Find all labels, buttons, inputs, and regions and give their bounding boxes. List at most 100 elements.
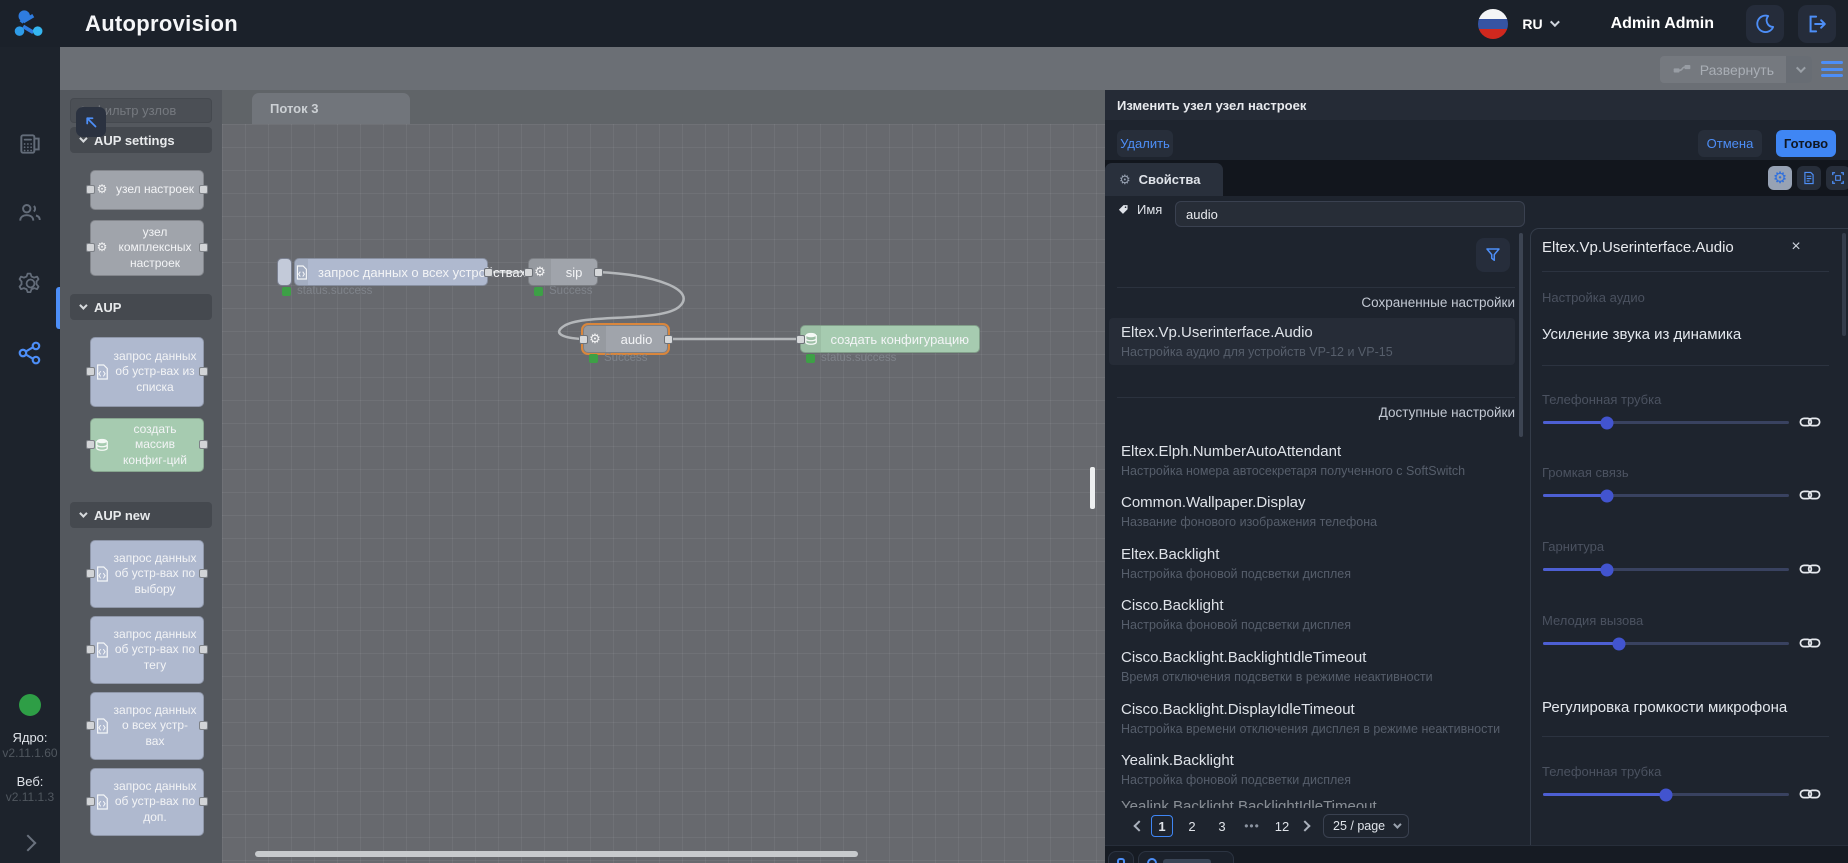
sidebar-item-flows[interactable] [0, 333, 60, 373]
setting-description: Название фонового изображения телефона [1121, 515, 1503, 529]
setting-description: Настройка времени отключения дисплея в р… [1121, 722, 1503, 736]
setting-item-selected[interactable]: Eltex.Vp.Userinterface.Audio Настройка а… [1109, 318, 1515, 365]
flow-canvas-area: Поток 3 запрос данных о всех устройствах… [222, 90, 1105, 863]
canvas-vertical-scrollbar[interactable] [1090, 467, 1095, 509]
canvas-horizontal-scrollbar[interactable] [255, 851, 858, 857]
description-view-button[interactable] [1797, 166, 1821, 190]
palette-node-create-config-array[interactable]: создать массив конфиг-ций [90, 418, 204, 472]
slider-handset[interactable] [1543, 421, 1789, 424]
input-port[interactable] [579, 335, 588, 344]
sidebar-expand-chevron-icon[interactable] [20, 835, 37, 852]
flow-tab[interactable]: Поток 3 [252, 93, 410, 124]
web-version-value: v2.11.1.3 [0, 790, 60, 804]
output-port[interactable] [484, 268, 493, 277]
node-label: запрос данных об устр-вах по тегу [113, 623, 203, 678]
filter-button[interactable] [1476, 238, 1510, 272]
input-port [86, 721, 95, 730]
setting-item[interactable]: Cisco.Backlight.DisplayIdleTimeout Настр… [1109, 695, 1515, 742]
slider-ringtone[interactable] [1543, 642, 1789, 645]
slider-mic-handset[interactable] [1543, 793, 1789, 796]
slider-thumb[interactable] [1600, 563, 1613, 576]
palette-node-settings[interactable]: ⚙ узел настроек [90, 170, 204, 210]
done-button[interactable]: Готово [1776, 130, 1836, 157]
appearance-view-button[interactable] [1826, 166, 1848, 190]
page-button[interactable]: 12 [1271, 815, 1293, 837]
language-selector[interactable]: RU [1522, 16, 1556, 32]
palette-node-complex-settings[interactable]: ⚙ узел комплексных настроек [90, 220, 204, 276]
output-port[interactable] [594, 268, 603, 277]
slider-headset[interactable] [1543, 568, 1789, 571]
slider-thumb[interactable] [1600, 416, 1613, 429]
flow-node-audio[interactable]: ⚙ audio [583, 325, 668, 353]
page-size-select[interactable]: 25 / page [1323, 814, 1409, 838]
previous-page-button[interactable] [1133, 820, 1144, 831]
deploy-options-caret[interactable] [1786, 56, 1812, 83]
sidebar-item-devices[interactable] [0, 124, 60, 164]
flow-node-create-configuration[interactable]: создать конфигурацию [800, 325, 980, 353]
slider-thumb[interactable] [1613, 637, 1626, 650]
node-label: узел комплексных настроек [113, 221, 203, 276]
input-port[interactable] [796, 335, 805, 344]
setting-item[interactable]: Eltex.Elph.NumberAutoAttendant Настройка… [1109, 437, 1515, 484]
page-button[interactable]: 3 [1211, 815, 1233, 837]
delete-button[interactable]: Удалить [1117, 130, 1173, 157]
partial-button[interactable] [1138, 851, 1234, 863]
input-port[interactable] [524, 268, 533, 277]
slider-thumb[interactable] [1660, 788, 1673, 801]
page-ellipsis[interactable]: ••• [1241, 815, 1263, 837]
setting-item[interactable]: Cisco.Backlight.BacklightIdleTimeout Вре… [1109, 643, 1515, 690]
flow-node-query-all-devices[interactable]: запрос данных о всех устройствах [294, 258, 488, 286]
setting-item[interactable]: Common.Wallpaper.Display Название фоново… [1109, 488, 1515, 535]
logout-button[interactable] [1798, 5, 1836, 43]
palette-node-query-all[interactable]: запрос данных о всех устр-вах [90, 692, 204, 760]
deploy-button[interactable]: Развернуть [1660, 56, 1812, 83]
link-icon[interactable] [1799, 786, 1821, 802]
name-input[interactable] [1175, 201, 1525, 227]
status-text: status.success [297, 285, 372, 297]
settings-list-scrollbar[interactable] [1519, 233, 1523, 437]
setting-item[interactable]: Eltex.Backlight Настройка фоновой подсве… [1109, 540, 1515, 587]
sidebar-active-indicator [56, 287, 60, 329]
next-page-button[interactable] [1299, 820, 1310, 831]
cancel-button[interactable]: Отмена [1698, 130, 1762, 157]
flow-workspace[interactable]: запрос данных о всех устройствах status.… [222, 124, 1105, 863]
setting-item[interactable]: Cisco.Backlight Настройка фоновой подсве… [1109, 591, 1515, 638]
select-tool-button[interactable] [76, 107, 106, 137]
palette-node-query-by-choice[interactable]: запрос данных об устр-вах по выбору [90, 540, 204, 608]
theme-toggle-button[interactable] [1746, 5, 1784, 43]
link-icon[interactable] [1799, 635, 1821, 651]
slider-thumb[interactable] [1600, 489, 1613, 502]
palette-node-query-by-tag[interactable]: запрос данных об устр-вах по тегу [90, 616, 204, 684]
slider-speakerphone[interactable] [1543, 494, 1789, 497]
section-label: AUP [94, 300, 121, 315]
page-button[interactable]: 2 [1181, 815, 1203, 837]
partial-icon-button[interactable] [1108, 851, 1134, 863]
properties-view-button[interactable]: ⚙ [1768, 166, 1792, 190]
output-port [199, 721, 208, 730]
setting-title: Cisco.Backlight.BacklightIdleTimeout [1121, 649, 1503, 666]
palette-node-query-list[interactable]: запрос данных об устр-вах из списка [90, 337, 204, 407]
output-port [199, 367, 208, 376]
link-icon[interactable] [1799, 414, 1821, 430]
setting-item[interactable]: Yealink.Backlight Настройка фоновой подс… [1109, 746, 1515, 793]
flow-node-sip[interactable]: ⚙ sip [528, 258, 598, 286]
sidebar-item-settings[interactable] [0, 263, 60, 303]
palette-section-aup[interactable]: AUP [70, 294, 212, 320]
tab-properties[interactable]: ⚙ Свойства [1105, 163, 1223, 196]
setting-description: Настройка фоновой подсветки дисплея [1121, 618, 1503, 632]
inject-button[interactable] [277, 258, 292, 286]
palette-filter-input[interactable] [94, 103, 204, 118]
link-icon[interactable] [1799, 561, 1821, 577]
setting-item-clipped[interactable]: Yealink.Backlight.BacklightIdleTimeout [1109, 798, 1515, 808]
divider [1117, 287, 1515, 288]
output-port[interactable] [664, 335, 673, 344]
link-icon[interactable] [1799, 487, 1821, 503]
detail-panel-scrollbar[interactable] [1842, 233, 1846, 336]
palette-section-aup-new[interactable]: AUP new [70, 502, 212, 528]
close-icon[interactable]: × [1786, 237, 1806, 257]
page-button-active[interactable]: 1 [1151, 815, 1173, 837]
palette-node-query-by-extra[interactable]: запрос данных об устр-вах по доп. [90, 768, 204, 836]
sidebar-item-users[interactable] [0, 193, 60, 233]
menu-button[interactable] [1820, 59, 1844, 79]
language-flag-ru-icon [1478, 9, 1508, 39]
